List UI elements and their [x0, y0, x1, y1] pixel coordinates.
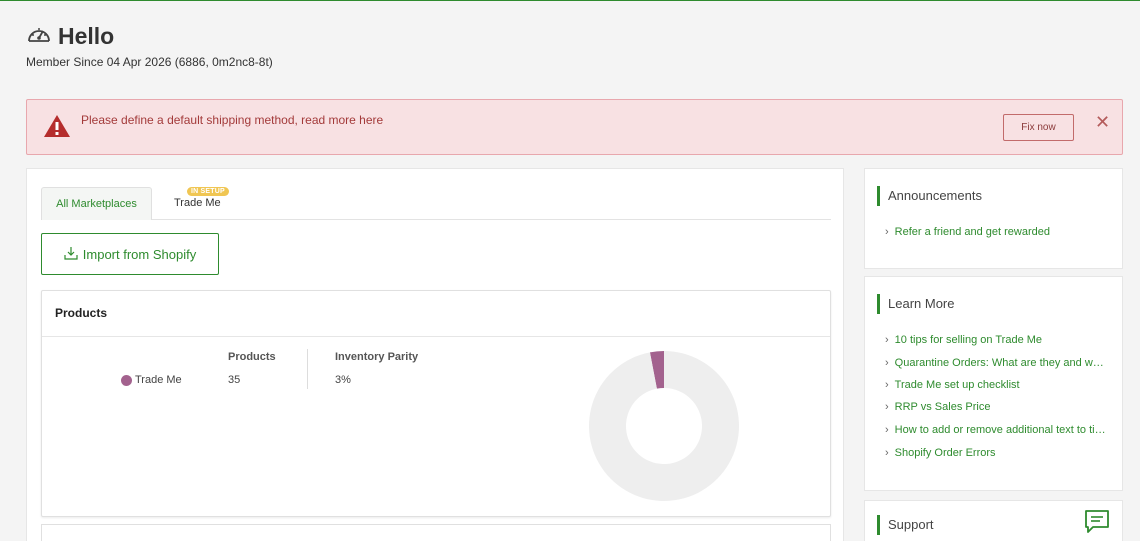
announcements-card: Announcements › Refer a friend and get re… [864, 168, 1123, 269]
tab-trade-me[interactable]: Trade Me [174, 197, 221, 209]
in-setup-badge: IN SETUP [187, 187, 229, 196]
fix-now-button[interactable]: Fix now [1003, 114, 1074, 141]
download-icon [64, 246, 78, 263]
products-title: Products [42, 291, 830, 337]
marketplaces-card: All Marketplaces IN SETUP Trade Me Impor… [26, 168, 844, 541]
import-label: Import from Shopify [82, 246, 197, 262]
learn-more-title: Learn More [877, 294, 954, 314]
warning-icon [43, 114, 71, 143]
support-card: Support [864, 500, 1123, 541]
donut-slice-remaining[interactable] [589, 351, 739, 501]
chevron-right-icon: › [885, 447, 889, 459]
marketplace-color-dot [121, 375, 132, 386]
learn-more-link[interactable]: › RRP vs Sales Price [885, 401, 1106, 413]
chevron-right-icon: › [885, 226, 889, 238]
learn-more-link[interactable]: › Trade Me set up checklist [885, 379, 1106, 391]
chevron-right-icon: › [885, 357, 889, 369]
chevron-right-icon: › [885, 424, 889, 436]
announcements-title: Announcements [877, 186, 982, 206]
column-header-products: Products [228, 351, 276, 363]
products-panel: Products Products Inventory Parity Trade… [41, 290, 831, 517]
chevron-right-icon: › [885, 401, 889, 413]
learn-more-card: Learn More › 10 tips for selling on Trade… [864, 276, 1123, 491]
chat-icon[interactable] [1083, 509, 1111, 540]
row-products-count: 35 [228, 374, 241, 386]
products-donut-chart [589, 351, 739, 501]
column-divider [307, 349, 308, 389]
learn-more-link[interactable]: › 10 tips for selling on Trade Me [885, 334, 1106, 346]
chevron-right-icon: › [885, 379, 889, 391]
import-from-shopify-button[interactable]: Import from Shopify [41, 233, 219, 275]
alert-message[interactable]: Please define a default shipping method,… [81, 113, 383, 127]
close-icon[interactable]: ✕ [1095, 113, 1110, 131]
learn-more-link[interactable]: › How to add or remove additional text to… [885, 424, 1106, 436]
dashboard-icon [26, 23, 52, 50]
column-header-inventory-parity: Inventory Parity [335, 351, 419, 363]
chevron-right-icon: › [885, 334, 889, 346]
marketplace-tabs: All Marketplaces IN SETUP Trade Me [41, 187, 831, 220]
member-since-text: Member Since 04 Apr 2026 (6886, 0m2nc8-8… [26, 55, 273, 69]
row-marketplace: Trade Me [135, 374, 182, 386]
announcement-link[interactable]: › Refer a friend and get rewarded [885, 226, 1106, 238]
row-inventory-parity: 3% [335, 374, 351, 386]
learn-more-link[interactable]: › Quarantine Orders: What are they and wh… [885, 357, 1106, 369]
learn-more-link[interactable]: › Shopify Order Errors [885, 447, 1106, 459]
support-title: Support [877, 515, 934, 535]
shipping-alert: Please define a default shipping method,… [26, 99, 1123, 155]
page-title: Hello [58, 23, 115, 49]
page-header: Hello Member Since 04 Apr 2026 (6886, 0m… [26, 23, 273, 69]
sales-panel [41, 524, 831, 541]
tab-all-marketplaces[interactable]: All Marketplaces [41, 187, 152, 220]
